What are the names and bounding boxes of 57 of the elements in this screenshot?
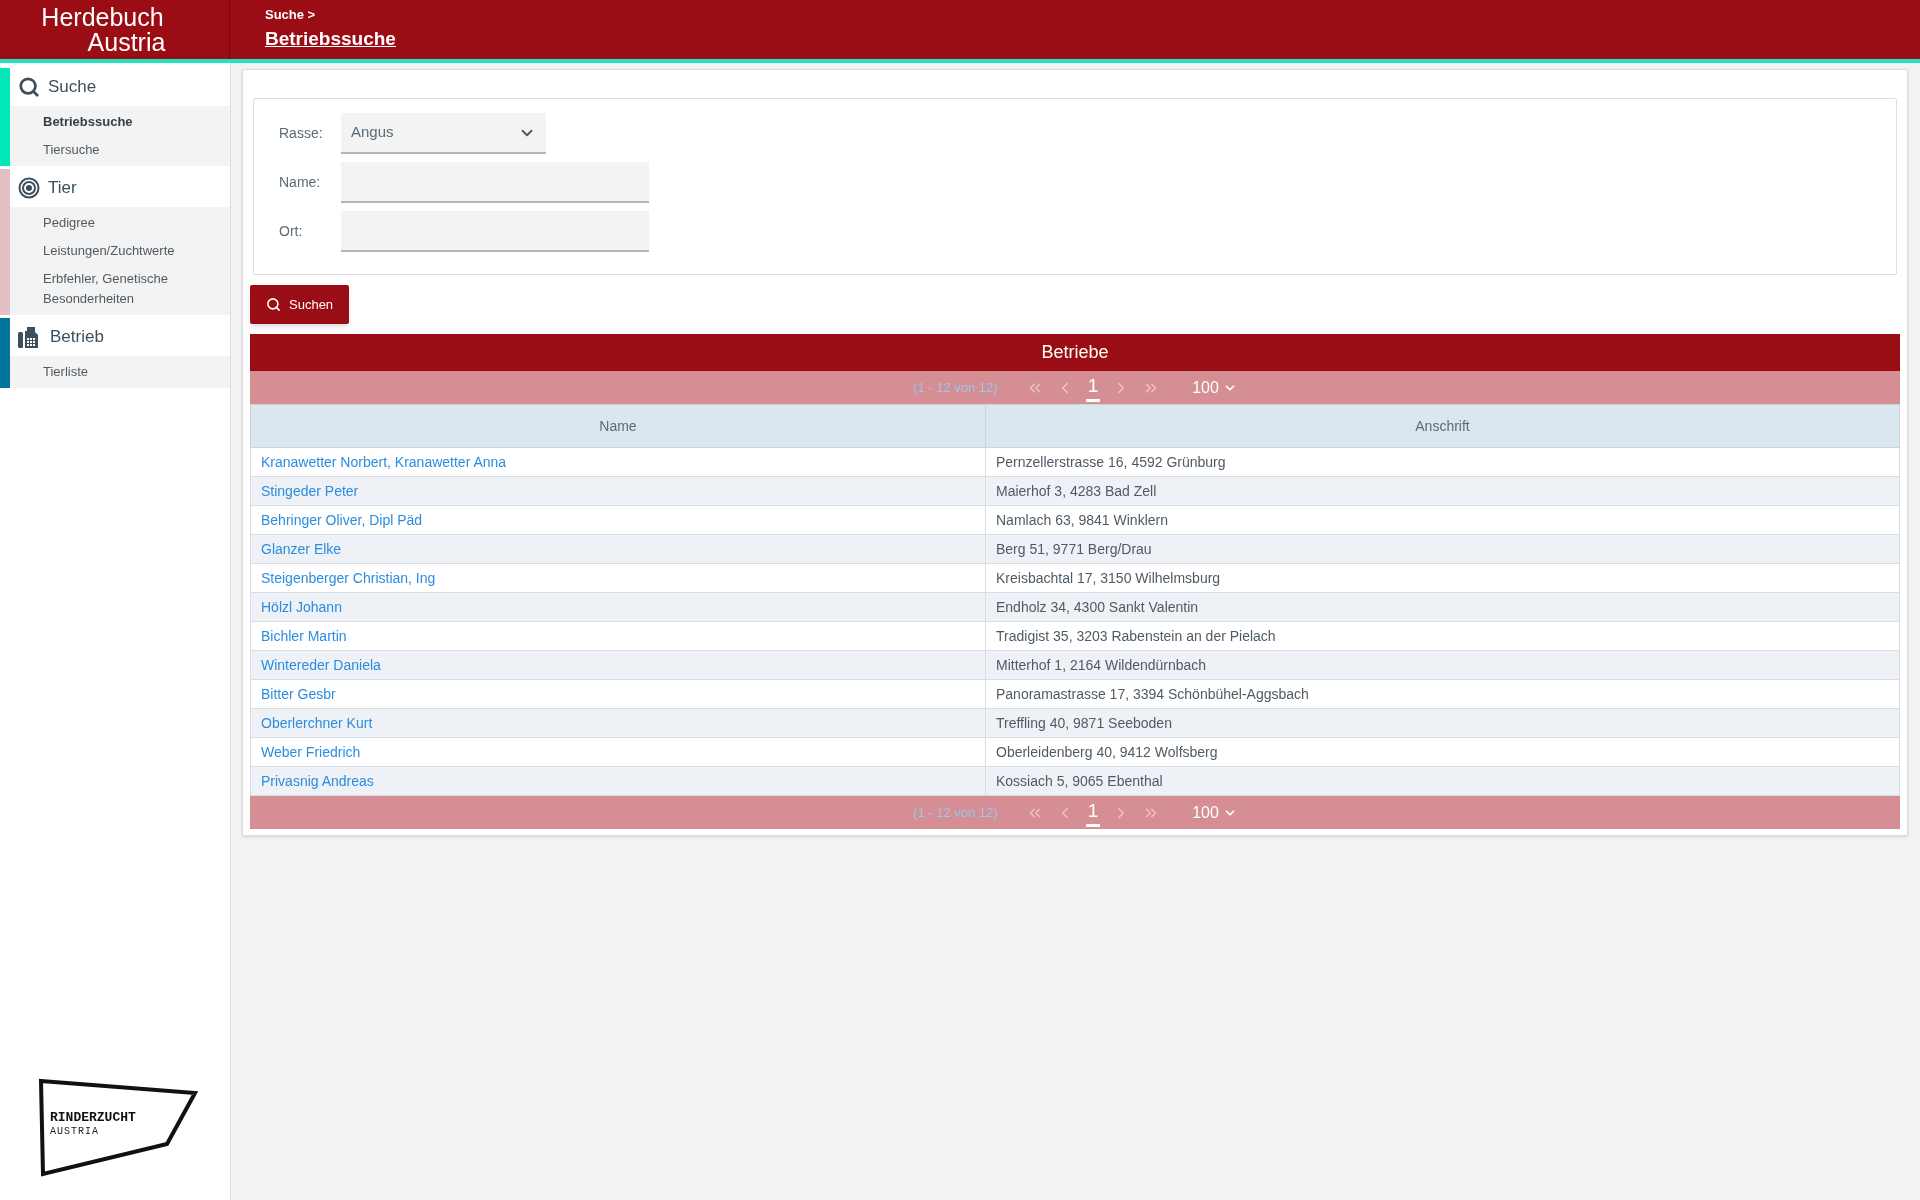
brand-logo-text: RINDERZUCHT [50,1111,136,1125]
column-header: Name [250,404,986,448]
table-cell: Pernzellerstrasse 16, 4592 Grünburg [985,447,1900,477]
page-title: Betriebssuche [265,26,396,51]
table-cell: Kossiach 5, 9065 Ebenthal [985,766,1900,796]
farm-name-link[interactable]: Steigenberger Christian, Ing [261,569,436,586]
breadcrumb[interactable]: Suche > [265,5,396,25]
app-logo-text: Herdebuch [41,4,164,30]
breed-select[interactable]: Angus [341,113,546,154]
current-page[interactable]: 1 [1085,798,1101,827]
table-cell: Tradigist 35, 3203 Rabenstein an der Pielach [985,621,1900,651]
table-cell: Namlach 63, 9841 Winklern [985,505,1900,535]
table-cell: Kreisbachtal 17, 3150 Wilhelmsburg [985,563,1900,593]
record-range: (1 - 12 von 12) [913,803,998,822]
table-title: Betriebe [1041,341,1109,364]
sidebar-section-title[interactable]: Betrieb [50,324,104,350]
table-cell: Mitterhof 1, 2164 Wildendürnbach [985,650,1900,680]
search-icon [266,297,281,312]
sidebar-item[interactable]: Pedigree [10,209,230,237]
sidebar-item[interactable]: Erbfehler, Genetische Besonderheiten [10,265,230,313]
table-cell: Panoramastrasse 17, 3394 Schönbühel-Aggsbach [985,679,1900,709]
farm-name-link[interactable]: Privasnig Andreas [261,772,374,789]
column-header: Anschrift [985,404,1900,448]
farm-name-link[interactable]: Hölzl Johann [261,598,342,615]
page-size-select[interactable]: 100 [1192,375,1237,400]
farm-name-link[interactable]: Oberlerchner Kurt [261,714,373,731]
table-cell: Treffling 40, 9871 Seeboden [985,708,1900,738]
search-button[interactable]: Suchen [250,285,350,324]
sidebar-section-title[interactable]: Tier [48,175,77,201]
farm-name-link[interactable]: Behringer Oliver, Dipl Päd [261,511,423,528]
table-cell: Maierhof 3, 4283 Bad Zell [985,476,1900,506]
farm-name-link[interactable]: Wintereder Daniela [261,656,381,673]
field-label: Ort: [279,222,304,241]
field-label: Rasse: [279,124,324,143]
search-icon [18,76,40,98]
sidebar-item[interactable]: Tierliste [10,358,230,386]
sidebar-item[interactable]: Betriebssuche [10,108,230,136]
app-logo-text: Austria [87,29,166,55]
sidebar-section-title[interactable]: Suche [48,74,97,100]
table-cell: Endholz 34, 4300 Sankt Valentin [985,592,1900,622]
record-range: (1 - 12 von 12) [913,378,998,397]
farm-name-link[interactable]: Bitter Gesbr [261,685,336,702]
farm-name-link[interactable]: Bichler Martin [261,627,347,644]
sidebar-item[interactable]: Leistungen/Zuchtwerte [10,237,230,265]
table-cell: Berg 51, 9771 Berg/Drau [985,534,1900,564]
page-size-select[interactable]: 100 [1192,800,1237,825]
target-icon [18,177,40,199]
table-cell: Oberleidenberg 40, 9412 Wolfsberg [985,737,1900,767]
farm-name-link[interactable]: Weber Friedrich [261,743,361,760]
farm-name-link[interactable]: Stingeder Peter [261,482,359,499]
farm-name-link[interactable]: Kranawetter Norbert, Kranawetter Anna [261,453,507,470]
farm-name-link[interactable]: Glanzer Elke [261,540,342,557]
text-field[interactable] [341,211,649,252]
sidebar-item[interactable]: Tiersuche [10,136,230,164]
brand-logo-text: AUSTRIA [50,1125,100,1139]
field-label: Name: [279,173,322,192]
text-field[interactable] [341,162,649,203]
